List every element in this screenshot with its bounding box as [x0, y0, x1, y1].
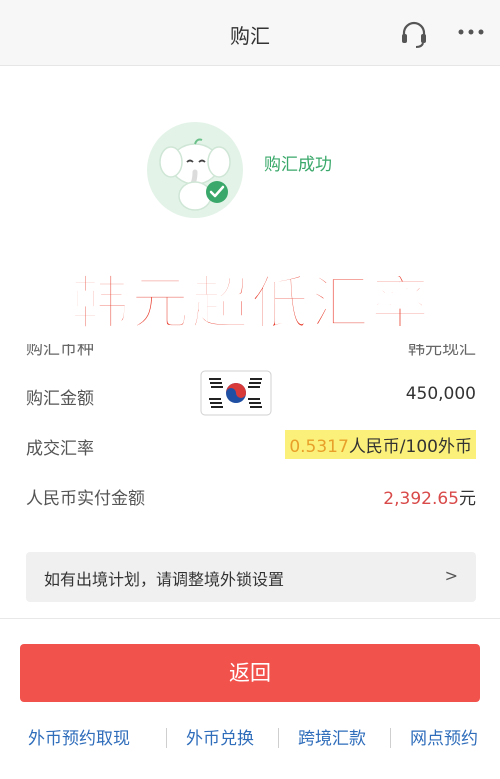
- korea-flag-icon: [200, 370, 272, 416]
- result-section: 购汇成功: [0, 66, 500, 256]
- link-separator: [278, 728, 279, 748]
- banner-text: 韩元超低汇率: [70, 269, 431, 337]
- chevron-right-icon: >: [444, 566, 458, 585]
- link-separator: [390, 728, 391, 748]
- link-cross-border-remittance[interactable]: 跨境汇款: [298, 724, 366, 749]
- more-dots-icon[interactable]: [456, 22, 486, 42]
- link-separator: [166, 728, 167, 748]
- total-row: 人民币实付金额 2,392.65元: [26, 480, 476, 510]
- link-branch-reservation[interactable]: 网点预约: [410, 724, 478, 749]
- elephant-mascot-icon: [147, 122, 243, 218]
- headset-icon[interactable]: [398, 18, 430, 50]
- notice-text: 如有出境计划，请调整境外锁设置: [44, 570, 285, 589]
- divider: [0, 618, 500, 619]
- total-amount: 2,392.65: [383, 489, 459, 509]
- rate-unit: 人民币/100外币: [348, 437, 472, 457]
- promo-banner: 韩元超低汇率: [18, 262, 484, 344]
- rate-row: 成交汇率 0.5317人民币/100外币: [26, 430, 476, 460]
- travel-notice-item[interactable]: 如有出境计划，请调整境外锁设置 >: [26, 552, 476, 602]
- link-foreign-exchange[interactable]: 外币兑换: [186, 724, 254, 749]
- rate-label: 成交汇率: [26, 439, 94, 459]
- amount-value: 450,000: [405, 384, 476, 404]
- total-unit: 元: [459, 489, 476, 509]
- rate-number: 0.5317: [289, 437, 349, 457]
- top-bar: 购汇: [0, 0, 500, 66]
- total-value: 2,392.65元: [383, 484, 476, 509]
- bottom-links: 外币预约取现 外币兑换 跨境汇款 网点预约: [0, 722, 500, 752]
- total-label: 人民币实付金额: [26, 489, 145, 509]
- success-status-text: 购汇成功: [264, 155, 332, 175]
- link-foreign-cash-reservation[interactable]: 外币预约取现: [28, 724, 130, 749]
- rate-value: 0.5317人民币/100外币: [285, 430, 476, 459]
- return-button[interactable]: 返回: [20, 644, 480, 702]
- amount-label: 购汇金额: [26, 389, 94, 409]
